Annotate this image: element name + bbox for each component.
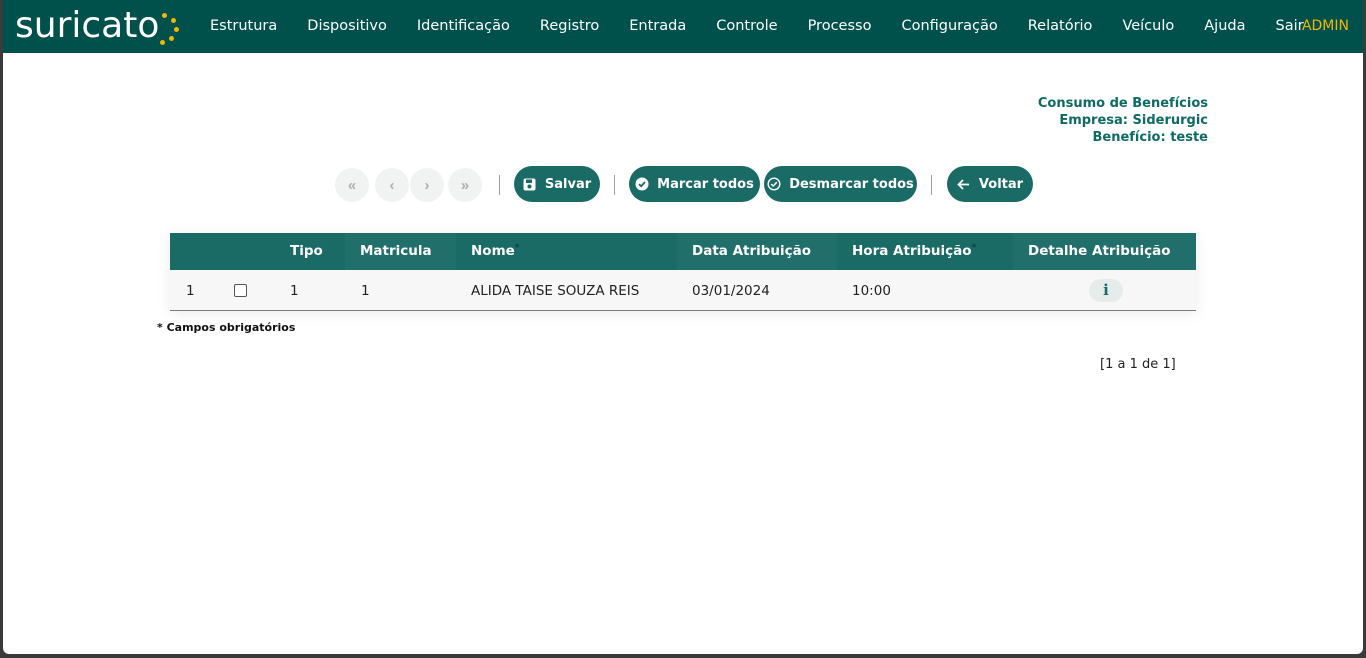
chevron-left-icon: ‹ [389,176,395,194]
check-circle-icon [635,177,649,191]
mark-all-button[interactable]: Marcar todos [629,166,760,202]
nav-item-controle[interactable]: Controle [701,0,792,53]
cell-nome: ALIDA TAISE SOUZA REIS [471,283,640,299]
chevron-right-icon: › [424,176,430,194]
logo-text: suricato [15,5,160,46]
column-header-label: Matricula [360,243,432,259]
info-icon[interactable]: i [1089,279,1123,302]
data-table: Tipo Matricula Nome* Data Atribuição Hor… [170,233,1196,311]
required-marker: * [971,243,977,253]
logo-dots-icon [159,4,185,48]
main-nav: Estrutura Dispositivo Identificação Regi… [195,0,1319,53]
arrow-left-icon [957,177,971,191]
column-header-label: Nome [471,243,515,259]
column-header-label: Hora Atribuição [852,243,972,259]
unmark-all-button[interactable]: Desmarcar todos [764,166,917,202]
cell-tipo: 1 [290,283,299,299]
beneficio-label: Benefício: teste [1092,130,1208,145]
table-header: Tipo Matricula Nome* Data Atribuição Hor… [170,233,1196,270]
column-header-nome[interactable]: Nome* [456,233,677,270]
required-marker: * [514,243,520,253]
required-fields-note: * Campos obrigatórios [157,321,296,334]
column-header-label: Detalhe Atribuição [1028,243,1171,259]
pagination-summary: [1 a 1 de 1] [1100,357,1176,372]
table-row[interactable]: 1 1 1 ALIDA TAISE SOUZA REIS 03/01/2024 … [170,270,1196,311]
column-header-label: Tipo [290,243,323,259]
column-header-tipo[interactable]: Tipo [275,233,345,270]
double-chevron-left-icon: « [347,176,357,194]
empresa-label: Empresa: Siderurgic [1059,113,1208,128]
back-button[interactable]: Voltar [947,166,1033,202]
save-button[interactable]: Salvar [514,166,600,202]
nav-item-estrutura[interactable]: Estrutura [195,0,292,53]
mark-all-label: Marcar todos [657,176,754,192]
nav-item-veiculo[interactable]: Veículo [1107,0,1189,53]
floppy-disk-icon [523,177,537,191]
toolbar-divider [614,175,615,195]
unmark-all-label: Desmarcar todos [789,176,914,192]
nav-item-identificacao[interactable]: Identificação [402,0,525,53]
first-page-button[interactable]: « [335,168,369,202]
nav-item-relatorio[interactable]: Relatório [1013,0,1108,53]
toolbar-divider [499,175,500,195]
double-chevron-right-icon: » [460,176,470,194]
nav-item-registro[interactable]: Registro [525,0,614,53]
app-window: suricato Estrutura Dispositivo Identific… [3,0,1363,654]
column-header-hora-atribuicao[interactable]: Hora Atribuição* [837,233,1013,270]
back-button-label: Voltar [978,176,1024,192]
row-index: 1 [186,283,195,299]
nav-item-ajuda[interactable]: Ajuda [1189,0,1260,53]
page-info: Consumo de Benefícios Empresa: Siderurgi… [1038,95,1208,146]
logo[interactable]: suricato [15,4,185,48]
user-menu[interactable]: ADMIN [1302,0,1349,53]
column-header-label: Data Atribuição [692,243,812,259]
row-checkbox[interactable] [234,284,247,297]
cell-matricula: 1 [361,283,370,299]
column-header-matricula[interactable]: Matricula [345,233,456,270]
cell-hora-atribuicao: 10:00 [852,283,891,299]
toolbar: « ‹ › » Salvar Marcar todos Desmarcar to… [3,166,1363,202]
top-navbar: suricato Estrutura Dispositivo Identific… [3,0,1363,53]
save-button-label: Salvar [544,176,592,192]
prev-page-button[interactable]: ‹ [375,168,409,202]
cell-data-atribuicao: 03/01/2024 [692,283,770,299]
nav-item-processo[interactable]: Processo [793,0,887,53]
toolbar-divider [931,175,932,195]
check-circle-outline-icon [767,177,781,191]
next-page-button[interactable]: › [410,168,444,202]
column-header-detalhe-atribuicao[interactable]: Detalhe Atribuição [1013,233,1196,270]
page-title: Consumo de Benefícios [1037,96,1208,111]
last-page-button[interactable]: » [448,168,482,202]
nav-item-dispositivo[interactable]: Dispositivo [292,0,402,53]
nav-item-entrada[interactable]: Entrada [614,0,701,53]
nav-item-configuracao[interactable]: Configuração [886,0,1012,53]
column-header-data-atribuicao[interactable]: Data Atribuição [677,233,837,270]
